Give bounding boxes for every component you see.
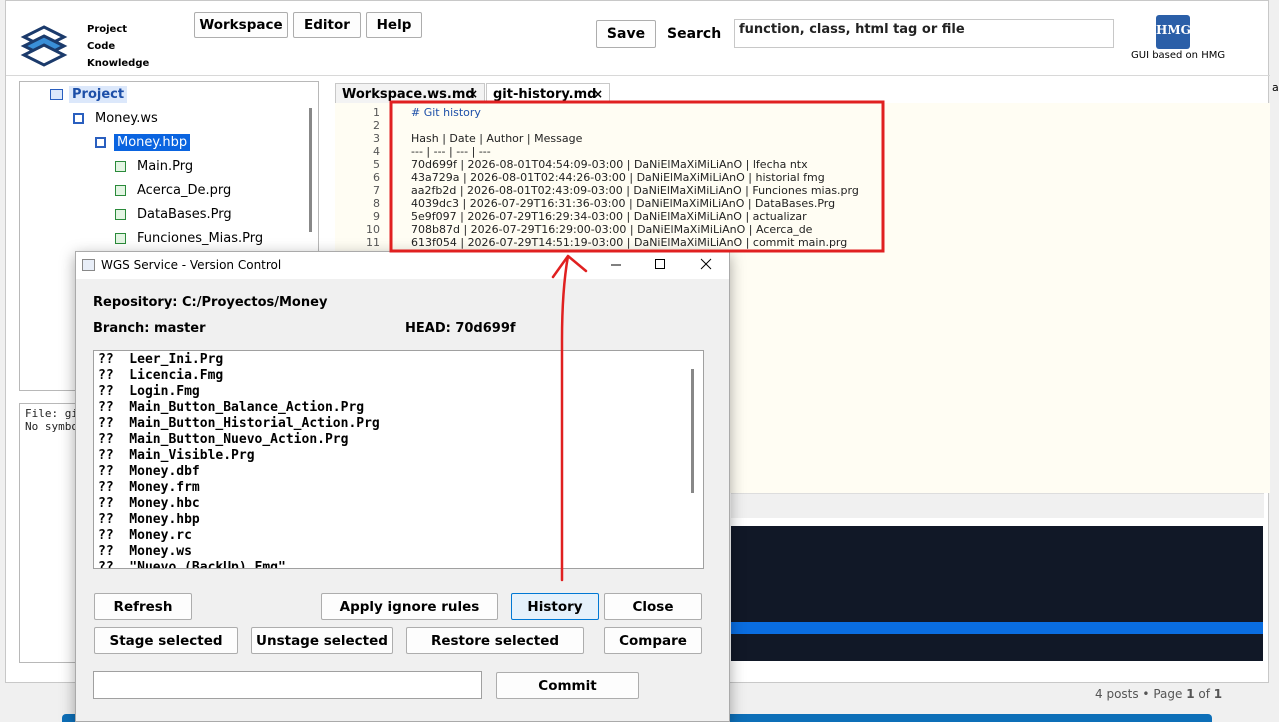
annotation-box	[389, 100, 885, 253]
annotation-arrow	[551, 254, 588, 582]
annotation-overlay	[389, 100, 885, 582]
